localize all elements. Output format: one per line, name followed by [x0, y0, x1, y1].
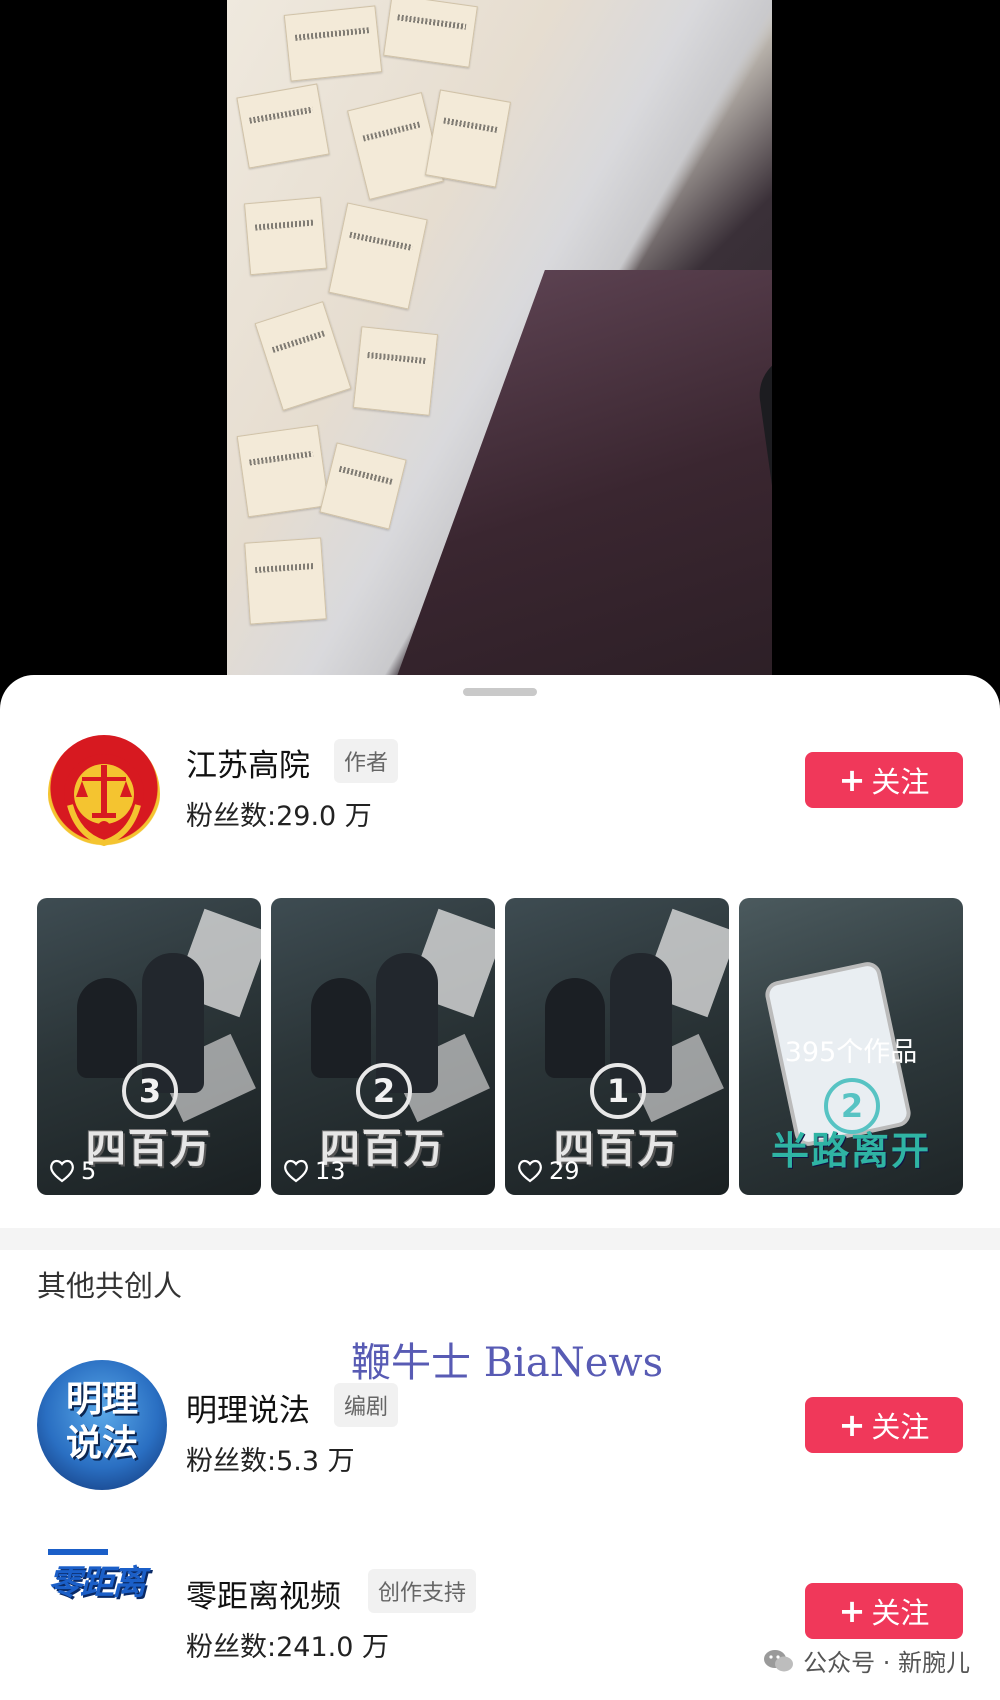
heart-icon: [50, 1159, 74, 1183]
work-thumbnail[interactable]: 2 四百万 13: [271, 898, 495, 1195]
video-person: [754, 270, 772, 670]
footer-text: 公众号 · 新腕儿: [803, 1649, 970, 1677]
author-name[interactable]: 江苏高院: [186, 740, 310, 785]
likes-value: 5: [81, 1157, 97, 1185]
cocreator-name[interactable]: 零距离视频: [186, 1571, 341, 1616]
likes-count: 5: [49, 1157, 96, 1185]
author-works-strip: 3 四百万 5 2 四百万 13 1 四百万 29 395个作品 2 半路离开: [37, 898, 963, 1195]
author-row: 江苏高院 作者 粉丝数:29.0 万 + 关注: [0, 735, 1000, 865]
thumbnail-title: 半路离开: [770, 1129, 931, 1173]
video-frame[interactable]: [227, 0, 772, 690]
heart-icon: [284, 1159, 308, 1183]
sheet-drag-handle[interactable]: [463, 688, 537, 696]
court-emblem-icon[interactable]: [48, 735, 160, 853]
follow-author-button[interactable]: + 关注: [805, 752, 963, 808]
lottery-ticket: [283, 5, 383, 82]
follow-button-label: 关注: [871, 1410, 930, 1444]
lottery-ticket: [244, 196, 327, 276]
episode-number: 2: [356, 1063, 412, 1119]
lottery-ticket: [244, 537, 327, 625]
watermark: 鞭牛士 BiaNews: [351, 1340, 664, 1386]
likes-value: 29: [549, 1157, 580, 1185]
cocreator-role-tag: 编剧: [334, 1383, 399, 1427]
cocreator-avatar[interactable]: 明理 说法: [37, 1360, 167, 1490]
follow-button-label: 关注: [871, 1596, 930, 1630]
creator-sheet: 江苏高院 作者 粉丝数:29.0 万 + 关注 3 四百万 5 2 四百万 13…: [0, 675, 1000, 1700]
cocreator-fans-count: 粉丝数:5.3 万: [186, 1446, 355, 1477]
likes-value: 13: [315, 1157, 346, 1185]
all-works-thumbnail[interactable]: 395个作品 2 半路离开: [739, 898, 963, 1195]
episode-number: 3: [122, 1063, 178, 1119]
work-thumbnail[interactable]: 3 四百万 5: [37, 898, 261, 1195]
follow-button-label: 关注: [871, 765, 930, 799]
cocreator-fans-count: 粉丝数:241.0 万: [186, 1632, 389, 1663]
wechat-icon: [764, 1649, 794, 1671]
section-divider: [0, 1228, 1000, 1250]
lottery-ticket: [236, 83, 330, 169]
section-title: 其他共创人: [37, 1269, 183, 1303]
plus-icon: +: [838, 761, 866, 799]
works-count: 395个作品: [784, 1037, 918, 1068]
follow-cocreator-button[interactable]: + 关注: [805, 1583, 963, 1639]
lottery-ticket: [383, 0, 478, 68]
author-fans-count: 粉丝数:29.0 万: [186, 801, 372, 832]
footer-credit: 公众号 · 新腕儿: [763, 1643, 970, 1678]
plus-icon: +: [838, 1406, 866, 1444]
likes-count: 13: [283, 1157, 346, 1185]
follow-cocreator-button[interactable]: + 关注: [805, 1397, 963, 1453]
avatar-text: 明理 说法: [65, 1379, 138, 1464]
plus-icon: +: [838, 1592, 866, 1630]
cocreator-logo[interactable]: 零距离: [48, 1549, 163, 1603]
video-player[interactable]: [0, 0, 1000, 690]
cocreator-name[interactable]: 明理说法: [186, 1385, 310, 1430]
work-thumbnail[interactable]: 1 四百万 29: [505, 898, 729, 1195]
heart-icon: [518, 1159, 542, 1183]
likes-count: 29: [517, 1157, 580, 1185]
lottery-ticket: [352, 326, 439, 416]
lottery-ticket: [236, 424, 330, 518]
episode-number: 1: [590, 1063, 646, 1119]
author-role-tag: 作者: [334, 739, 399, 783]
logo-text: 零距离: [48, 1563, 146, 1603]
cocreator-role-tag: 创作支持: [368, 1569, 477, 1613]
lottery-ticket: [424, 89, 512, 188]
